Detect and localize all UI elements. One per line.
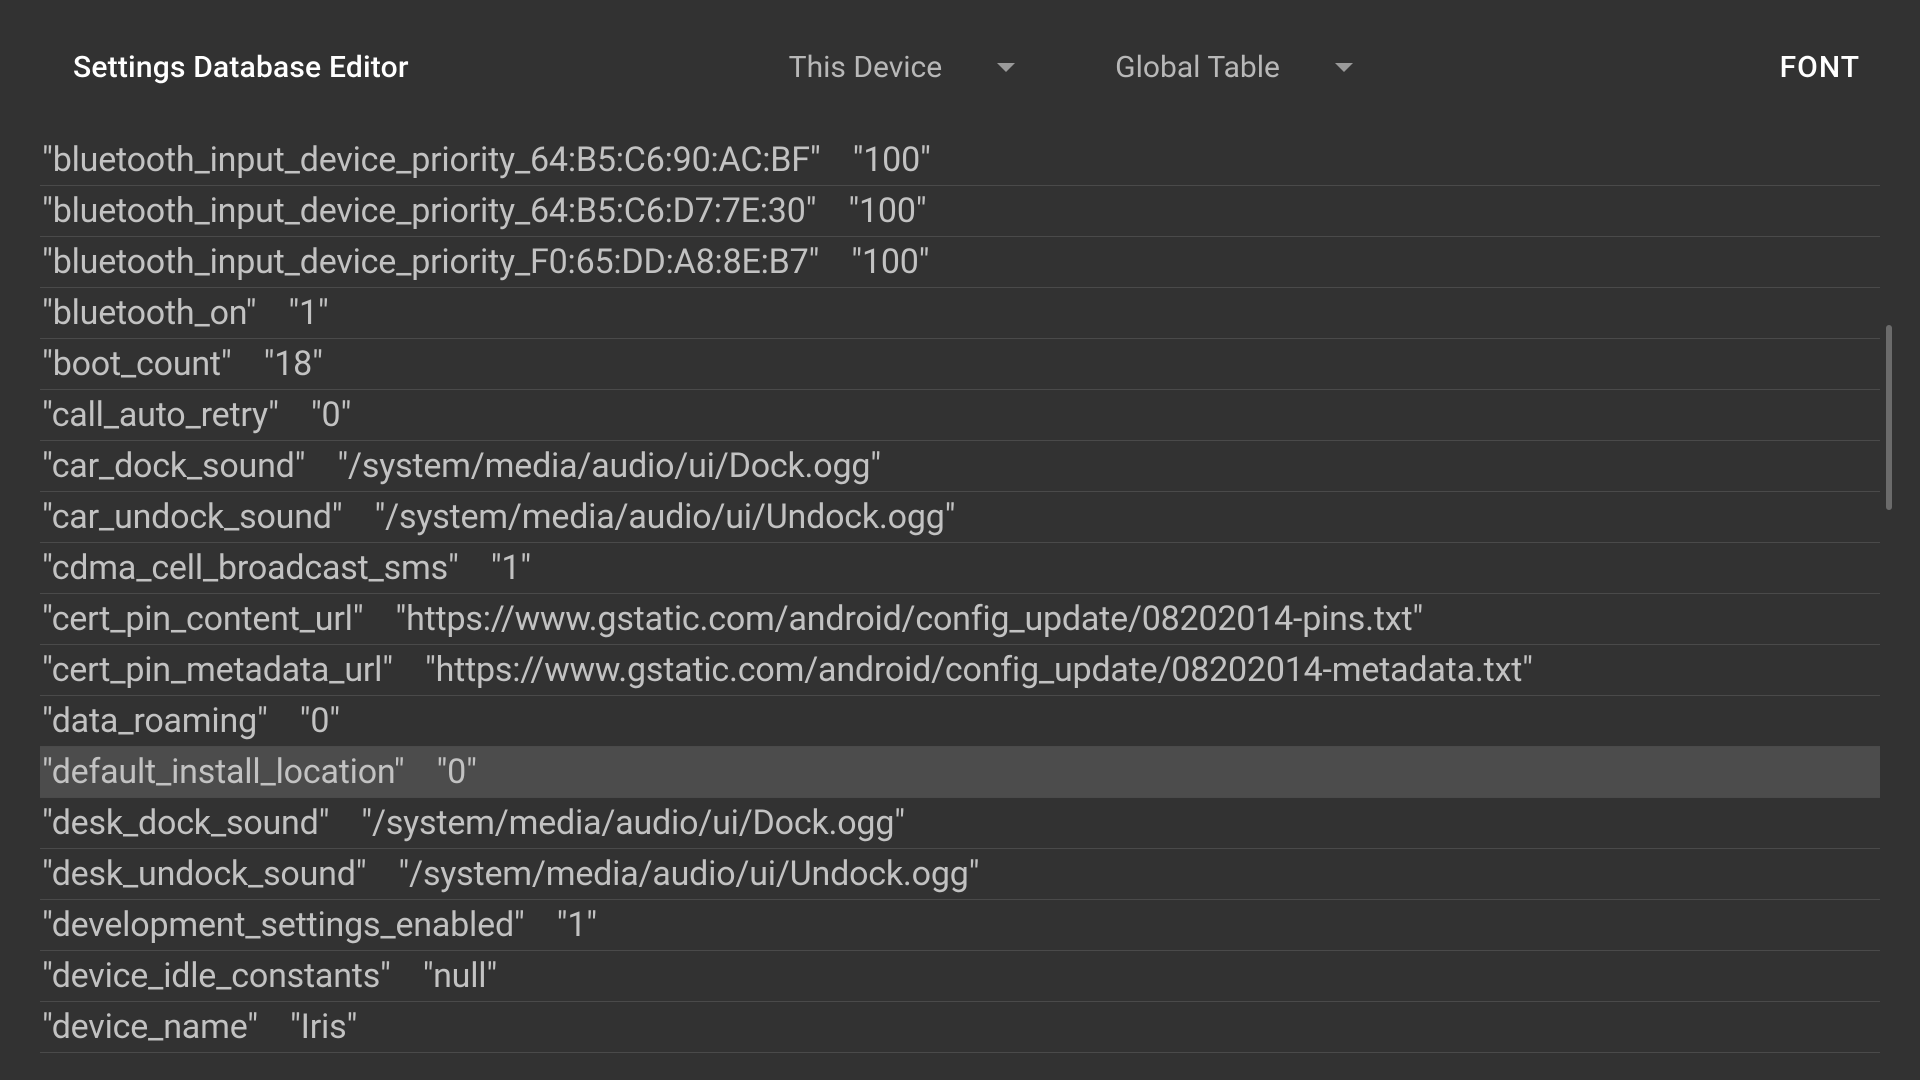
device-dropdown-label: This Device (789, 50, 943, 85)
row-value: "18" (264, 344, 323, 384)
row-value: "https://www.gstatic.com/android/config_… (395, 599, 1423, 639)
row-value: "1" (491, 548, 531, 588)
chevron-down-icon (1335, 63, 1353, 72)
table-row[interactable]: "bluetooth_input_device_priority_64:B5:C… (40, 135, 1880, 186)
header-dropdowns: This Device Global Table (789, 50, 1353, 85)
row-key: "bluetooth_input_device_priority_64:B5:C… (42, 140, 821, 180)
row-value: "0" (300, 701, 340, 741)
row-value: "/system/media/audio/ui/Dock.ogg" (361, 803, 905, 843)
row-value: "1" (557, 905, 597, 945)
row-key: "data_roaming" (42, 701, 268, 741)
device-dropdown[interactable]: This Device (789, 50, 1016, 85)
table-dropdown-label: Global Table (1115, 50, 1280, 85)
row-key: "bluetooth_input_device_priority_F0:65:D… (42, 242, 819, 282)
row-value: "1" (288, 293, 328, 333)
row-value: "/system/media/audio/ui/Dock.ogg" (337, 446, 881, 486)
row-value: "0" (436, 752, 476, 792)
table-row[interactable]: "data_roaming" "0" (40, 696, 1880, 747)
row-key: "cdma_cell_broadcast_sms" (42, 548, 459, 588)
table-dropdown[interactable]: Global Table (1115, 50, 1353, 85)
row-value: "100" (851, 242, 929, 282)
row-key: "default_install_location" (42, 752, 404, 792)
row-key: "call_auto_retry" (42, 395, 279, 435)
table-row[interactable]: "bluetooth_input_device_priority_64:B5:C… (40, 186, 1880, 237)
settings-list: "bluetooth_input_device_priority_64:B5:C… (0, 135, 1920, 1053)
table-row[interactable]: "development_settings_enabled" "1" (40, 900, 1880, 951)
table-row[interactable]: "car_dock_sound" "/system/media/audio/ui/… (40, 441, 1880, 492)
table-row[interactable]: "cert_pin_metadata_url" "https://www.gsta… (40, 645, 1880, 696)
row-key: "car_undock_sound" (42, 497, 342, 537)
font-button[interactable]: FONT (1780, 50, 1860, 85)
row-key: "desk_dock_sound" (42, 803, 329, 843)
app-title: Settings Database Editor (73, 50, 409, 85)
row-key: "desk_undock_sound" (42, 854, 366, 894)
row-key: "boot_count" (42, 344, 232, 384)
row-value: "/system/media/audio/ui/Undock.ogg" (398, 854, 979, 894)
row-key: "car_dock_sound" (42, 446, 305, 486)
table-row[interactable]: "boot_count" "18" (40, 339, 1880, 390)
row-key: "cert_pin_metadata_url" (42, 650, 393, 690)
table-row[interactable]: "cert_pin_content_url" "https://www.gstat… (40, 594, 1880, 645)
table-row[interactable]: "device_name" "Iris" (40, 1002, 1880, 1053)
row-value: "Iris" (290, 1007, 357, 1047)
app-header: Settings Database Editor This Device Glo… (0, 0, 1920, 135)
chevron-down-icon (997, 63, 1015, 72)
row-value: "null" (423, 956, 497, 996)
row-value: "0" (311, 395, 351, 435)
row-value: "100" (848, 191, 926, 231)
table-row[interactable]: "call_auto_retry" "0" (40, 390, 1880, 441)
row-key: "bluetooth_input_device_priority_64:B5:C… (42, 191, 816, 231)
table-row[interactable]: "bluetooth_on" "1" (40, 288, 1880, 339)
row-key: "cert_pin_content_url" (42, 599, 363, 639)
table-row[interactable]: "desk_undock_sound" "/system/media/audio/… (40, 849, 1880, 900)
row-key: "development_settings_enabled" (42, 905, 525, 945)
row-value: "100" (853, 140, 931, 180)
row-key: "device_name" (42, 1007, 258, 1047)
table-row[interactable]: "desk_dock_sound" "/system/media/audio/ui… (40, 798, 1880, 849)
row-key: "device_idle_constants" (42, 956, 391, 996)
table-row[interactable]: "device_idle_constants" "null" (40, 951, 1880, 1002)
table-row[interactable]: "bluetooth_input_device_priority_F0:65:D… (40, 237, 1880, 288)
table-row[interactable]: "car_undock_sound" "/system/media/audio/u… (40, 492, 1880, 543)
row-value: "/system/media/audio/ui/Undock.ogg" (374, 497, 955, 537)
row-value: "https://www.gstatic.com/android/config_… (425, 650, 1533, 690)
table-row[interactable]: "default_install_location" "0" (40, 747, 1880, 798)
scrollbar-thumb[interactable] (1886, 325, 1892, 510)
row-key: "bluetooth_on" (42, 293, 256, 333)
table-row[interactable]: "cdma_cell_broadcast_sms" "1" (40, 543, 1880, 594)
